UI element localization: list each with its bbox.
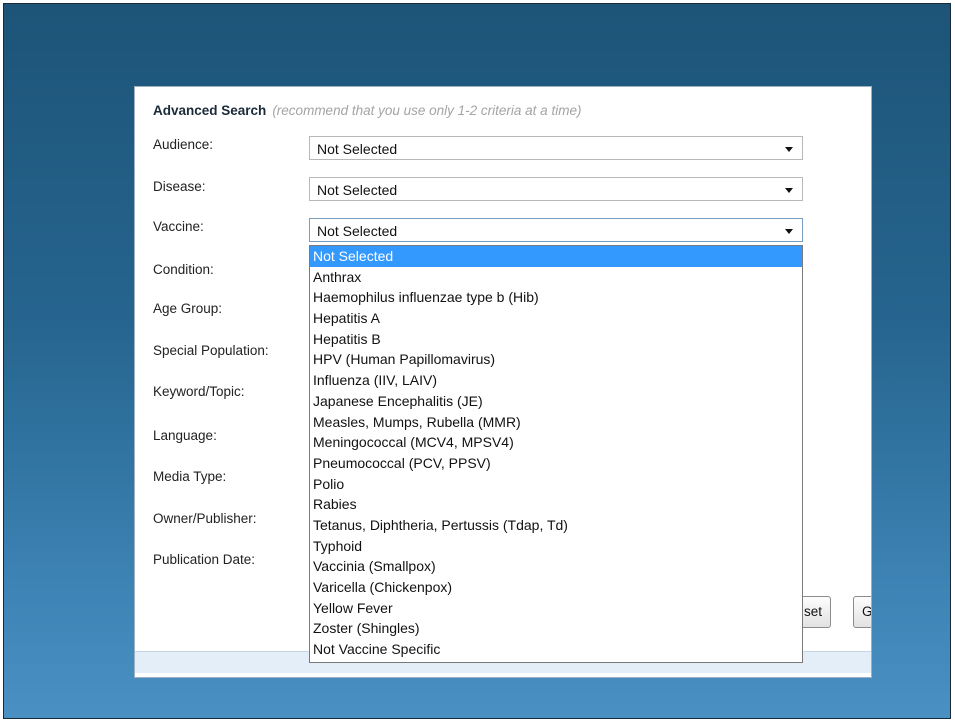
form-hint: (recommend that you use only 1-2 criteri… [272,103,582,118]
dropdown-option[interactable]: Hepatitis B [310,329,802,350]
chevron-down-icon [785,188,793,193]
dropdown-option[interactable]: Yellow Fever [310,598,802,619]
publication-date-label: Publication Date: [153,552,256,567]
audience-select[interactable]: Not Selected [309,136,803,160]
chevron-down-icon [785,147,793,152]
vaccine-select-value: Not Selected [317,223,398,239]
audience-label: Audience: [153,137,214,152]
keyword-topic-label: Keyword/Topic: [153,384,245,399]
dropdown-option[interactable]: Vaccinia (Smallpox) [310,556,802,577]
dropdown-option[interactable]: HPV (Human Papillomavirus) [310,349,802,370]
dropdown-option[interactable]: Tetanus, Diphtheria, Pertussis (Tdap, Td… [310,515,802,536]
dropdown-option[interactable]: Polio [310,474,802,495]
vaccine-dropdown-list[interactable]: Not Selected Anthrax Haemophilus influen… [309,245,803,663]
vaccine-select[interactable]: Not Selected [309,218,803,242]
language-label: Language: [153,428,217,443]
vaccine-label: Vaccine: [153,219,204,234]
chevron-down-icon [785,229,793,234]
dropdown-option[interactable]: Japanese Encephalitis (JE) [310,391,802,412]
condition-label: Condition: [153,262,214,277]
dropdown-option[interactable]: Not Selected [310,246,802,267]
owner-publisher-label: Owner/Publisher: [153,511,257,526]
dropdown-option[interactable]: Influenza (IIV, LAIV) [310,370,802,391]
dropdown-option[interactable]: Varicella (Chickenpox) [310,577,802,598]
form-header: Advanced Search (recommend that you use o… [153,103,581,118]
media-type-label: Media Type: [153,469,227,484]
disease-select[interactable]: Not Selected [309,177,803,201]
advanced-search-panel: Advanced Search (recommend that you use o… [134,86,872,678]
dropdown-option[interactable]: Measles, Mumps, Rubella (MMR) [310,412,802,433]
audience-select-value: Not Selected [317,141,398,157]
dropdown-option[interactable]: Meningococcal (MCV4, MPSV4) [310,432,802,453]
dropdown-option[interactable]: Haemophilus influenzae type b (Hib) [310,287,802,308]
form-title: Advanced Search [153,103,267,118]
go-button[interactable]: G [853,596,871,628]
dropdown-option[interactable]: Pneumococcal (PCV, PPSV) [310,453,802,474]
dropdown-option[interactable]: Not Vaccine Specific [310,639,802,660]
disease-select-value: Not Selected [317,182,398,198]
slide-frame: Advanced Search (recommend that you use o… [3,3,951,719]
dropdown-option[interactable]: Zoster (Shingles) [310,618,802,639]
dropdown-option[interactable]: Anthrax [310,267,802,288]
dropdown-option[interactable]: Rabies [310,494,802,515]
disease-label: Disease: [153,179,206,194]
special-population-label: Special Population: [153,343,269,358]
dropdown-option[interactable]: Hepatitis A [310,308,802,329]
dropdown-option[interactable]: Typhoid [310,536,802,557]
age-group-label: Age Group: [153,301,223,316]
